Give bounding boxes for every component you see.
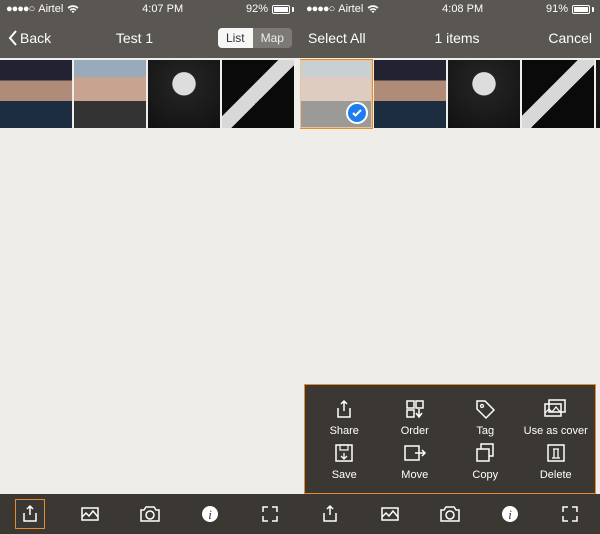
- status-time: 4:07 PM: [142, 3, 183, 15]
- back-button[interactable]: Back: [8, 30, 51, 46]
- action-menu: Share Order Tag Use as cover S: [304, 384, 596, 494]
- tag-icon: [471, 397, 499, 421]
- view-mode-segment[interactable]: List Map: [218, 28, 292, 48]
- action-label: Move: [401, 469, 428, 481]
- seg-map[interactable]: Map: [253, 28, 292, 48]
- status-bar: ●●●●○ Airtel 4:08 PM 91%: [300, 0, 600, 18]
- nav-bar: Back Test 1 List Map: [0, 18, 300, 58]
- back-label: Back: [20, 30, 51, 46]
- tag-action[interactable]: Tag: [452, 397, 518, 437]
- thumbnail[interactable]: [448, 60, 520, 128]
- status-bar: ●●●●○ Airtel 4:07 PM 92%: [0, 0, 300, 18]
- action-label: Tag: [476, 425, 494, 437]
- info-tab-button[interactable]: i: [194, 498, 226, 530]
- battery-icon: [572, 5, 594, 14]
- order-action[interactable]: Order: [382, 397, 448, 437]
- selection-count: 1 items: [434, 30, 479, 46]
- signal-dots-icon: ●●●●○: [306, 3, 334, 15]
- fullscreen-tab-button[interactable]: [254, 498, 286, 530]
- action-label: Order: [401, 425, 429, 437]
- seg-list[interactable]: List: [218, 28, 253, 48]
- share-icon: [330, 397, 358, 421]
- battery-pct: 91%: [546, 3, 568, 15]
- action-label: Save: [332, 469, 357, 481]
- delete-icon: [542, 441, 570, 465]
- battery-pct: 92%: [246, 3, 268, 15]
- camera-tab-button[interactable]: [434, 498, 466, 530]
- svg-text:i: i: [208, 507, 212, 522]
- bottom-toolbar: i: [0, 494, 300, 534]
- wifi-icon: [367, 5, 379, 14]
- svg-text:i: i: [508, 507, 512, 522]
- signal-dots-icon: ●●●●○: [6, 3, 34, 15]
- save-action[interactable]: Save: [311, 441, 377, 481]
- cover-action[interactable]: Use as cover: [523, 397, 589, 437]
- battery-icon: [272, 5, 294, 14]
- chevron-left-icon: [8, 30, 18, 46]
- order-icon: [401, 397, 429, 421]
- move-icon: [401, 441, 429, 465]
- share-tab-button[interactable]: [14, 498, 46, 530]
- thumbnail[interactable]: [522, 60, 594, 128]
- gallery-tab-button[interactable]: [374, 498, 406, 530]
- share-tab-button[interactable]: [314, 498, 346, 530]
- copy-icon: [471, 441, 499, 465]
- gallery-tab-button[interactable]: [74, 498, 106, 530]
- bottom-toolbar: i: [300, 494, 600, 534]
- thumbnail-selected[interactable]: [300, 60, 372, 128]
- share-action[interactable]: Share: [311, 397, 377, 437]
- content-area: [0, 130, 300, 494]
- nav-bar-selection: Select All 1 items Cancel: [300, 18, 600, 58]
- thumbnail-strip[interactable]: [0, 58, 300, 130]
- move-action[interactable]: Move: [382, 441, 448, 481]
- save-icon: [330, 441, 358, 465]
- carrier-label: Airtel: [38, 3, 63, 15]
- thumbnail[interactable]: [374, 60, 446, 128]
- right-pane: ●●●●○ Airtel 4:08 PM 91% Select All 1 it…: [300, 0, 600, 534]
- thumbnail[interactable]: [0, 60, 72, 128]
- fullscreen-tab-button[interactable]: [554, 498, 586, 530]
- camera-tab-button[interactable]: [134, 498, 166, 530]
- action-label: Copy: [472, 469, 498, 481]
- select-all-button[interactable]: Select All: [308, 30, 366, 46]
- copy-action[interactable]: Copy: [452, 441, 518, 481]
- action-label: Delete: [540, 469, 572, 481]
- carrier-label: Airtel: [338, 3, 363, 15]
- thumbnail[interactable]: [74, 60, 146, 128]
- action-label: Use as cover: [524, 425, 588, 437]
- page-title: Test 1: [116, 30, 153, 46]
- thumbnail[interactable]: [148, 60, 220, 128]
- status-time: 4:08 PM: [442, 3, 483, 15]
- cancel-button[interactable]: Cancel: [548, 30, 592, 46]
- delete-action[interactable]: Delete: [523, 441, 589, 481]
- checkmark-icon: [346, 102, 368, 124]
- left-pane: ●●●●○ Airtel 4:07 PM 92% Back Test 1 Lis…: [0, 0, 300, 534]
- wifi-icon: [67, 5, 79, 14]
- content-area: Share Order Tag Use as cover S: [300, 130, 600, 494]
- action-label: Share: [330, 425, 359, 437]
- thumbnail[interactable]: [596, 60, 600, 128]
- info-tab-button[interactable]: i: [494, 498, 526, 530]
- thumbnail-strip[interactable]: [300, 58, 600, 130]
- use-as-cover-icon: [542, 397, 570, 421]
